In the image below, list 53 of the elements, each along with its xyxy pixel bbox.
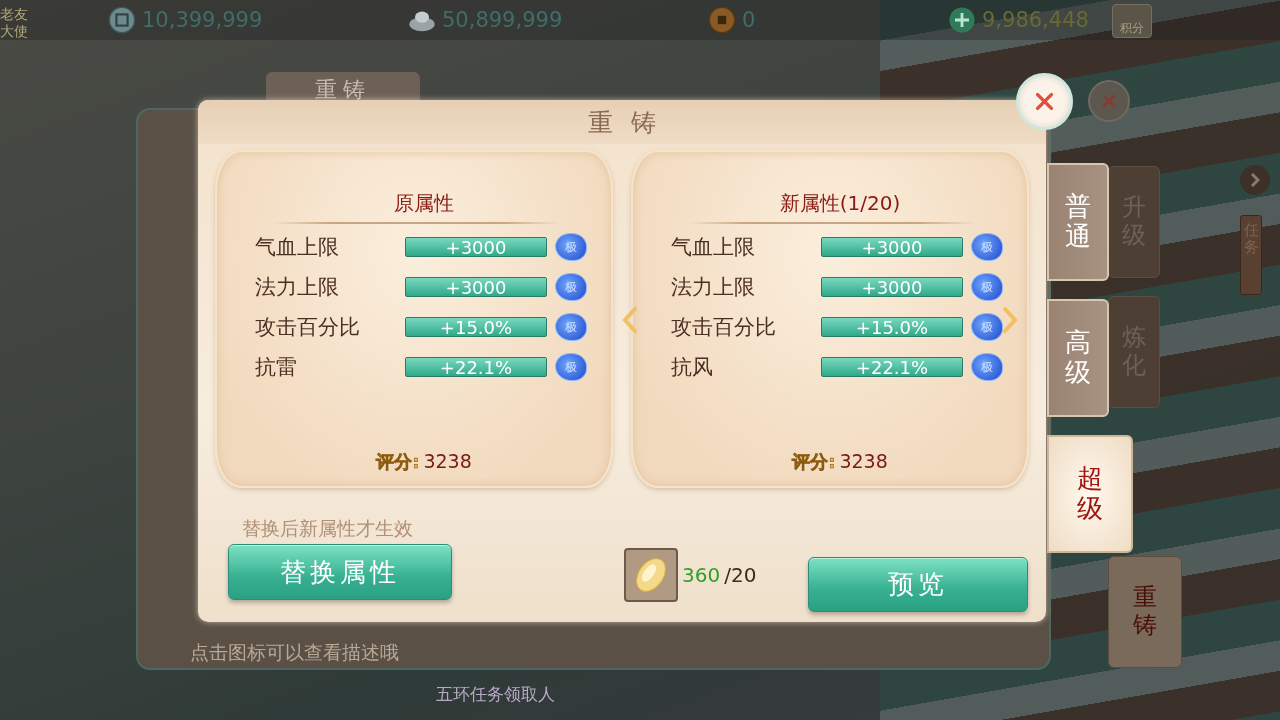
score-label: 评分: (376, 450, 420, 474)
grade-badge: 极 (555, 353, 587, 381)
grade-badge: 极 (971, 233, 1003, 261)
dialog-title: 重铸 (587, 106, 674, 139)
attribute-name: 攻击百分比 (255, 314, 361, 341)
grade-badge: 极 (555, 273, 587, 301)
score-value: 3238 (839, 450, 888, 472)
side-tab[interactable]: 重铸 (1108, 556, 1182, 668)
material-required: /20 (724, 563, 757, 587)
close-icon (1100, 92, 1118, 110)
attribute-name: 抗雷 (255, 354, 298, 381)
copper-coin-icon (708, 6, 736, 34)
grade-badge: 极 (971, 353, 1003, 381)
grade-badge: 极 (971, 273, 1003, 301)
attribute-value: +3000 (821, 237, 963, 257)
tier-tab[interactable]: 超级 (1047, 435, 1133, 553)
points-button[interactable]: 积分 (1112, 4, 1152, 38)
attribute-name: 攻击百分比 (671, 314, 777, 341)
attribute-name: 法力上限 (255, 274, 340, 301)
attribute-name: 气血上限 (255, 234, 340, 261)
grade-badge: 极 (555, 313, 587, 341)
panel-title: 原属性 (394, 190, 454, 217)
preview-button[interactable]: 预览 (808, 557, 1029, 612)
attribute-value: +22.1% (821, 357, 963, 377)
npc-name: 大使 (0, 23, 29, 40)
attribute-name: 抗风 (671, 354, 714, 381)
npc-label: 五环任务领取人 (436, 683, 555, 706)
coin-icon (108, 6, 136, 34)
panel-title: 新属性(1/20) (779, 190, 901, 217)
replace-attributes-button[interactable]: 替换属性 (228, 544, 452, 600)
npc-name: 老友 (0, 6, 29, 23)
attribute-value: +3000 (405, 277, 547, 297)
chevron-right-icon (1250, 172, 1260, 188)
attribute-value: +15.0% (405, 317, 547, 337)
currency-amount: 9,986,448 (982, 8, 1089, 32)
attribute-name: 气血上限 (671, 234, 756, 261)
score-value: 3238 (423, 450, 472, 472)
score-label: 评分: (792, 450, 836, 474)
crystal-item-icon[interactable] (624, 548, 678, 602)
attribute-value: +15.0% (821, 317, 963, 337)
attribute-value: +3000 (821, 277, 963, 297)
material-owned: 360 (682, 563, 721, 587)
attribute-name: 法力上限 (671, 274, 756, 301)
panel-hint: 点击图标可以查看描述哦 (190, 640, 399, 665)
tier-tab[interactable]: 普通 (1047, 163, 1109, 281)
attribute-value: +22.1% (405, 357, 547, 377)
close-icon (1033, 90, 1056, 113)
grade-badge: 极 (971, 313, 1003, 341)
jade-coin-icon (948, 6, 976, 34)
grade-badge: 极 (555, 233, 587, 261)
replace-hint: 替换后新属性才生效 (242, 516, 413, 541)
attribute-value: +3000 (405, 237, 547, 257)
tier-tab[interactable]: 高级 (1047, 299, 1109, 417)
